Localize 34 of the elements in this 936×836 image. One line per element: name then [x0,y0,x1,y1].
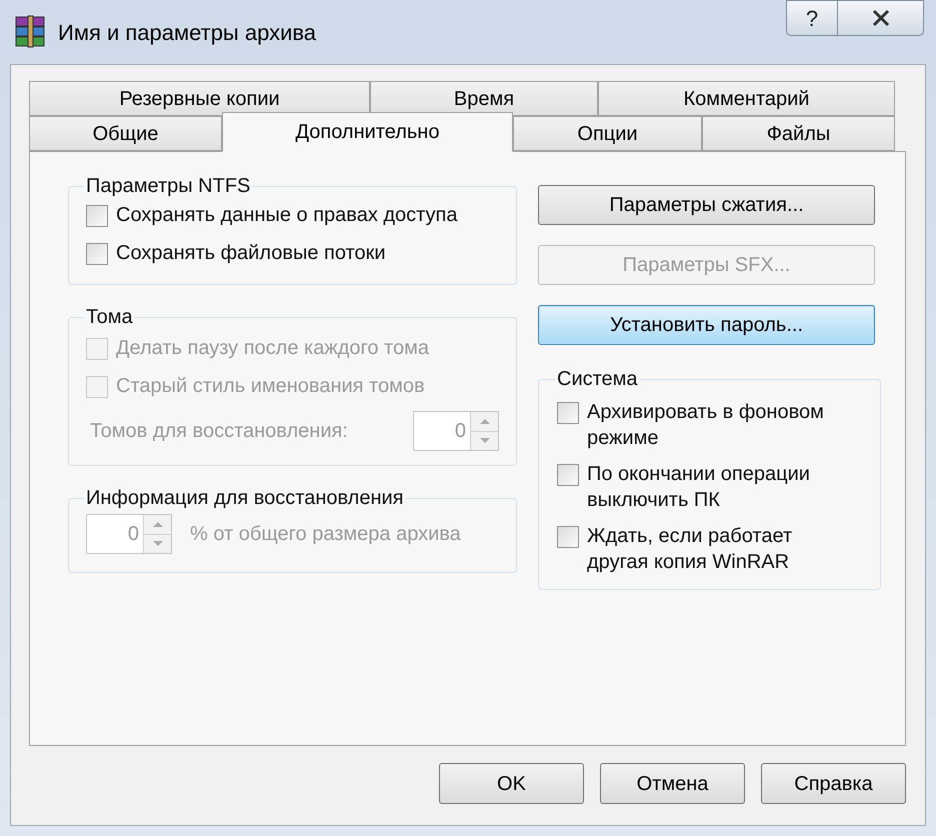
tab[interactable]: Опции [513,116,702,151]
tab[interactable]: Время [370,81,598,116]
field-label: Томов для восстановления: [90,419,348,444]
action-button[interactable]: Установить пароль... [538,305,875,345]
checkbox-label: Архивировать в фоновом режиме [587,400,825,451]
checkbox-label: По окончании операции выключить ПК [587,462,811,513]
checkbox-label: Сохранять файловые потоки [116,241,386,266]
checkbox[interactable] [86,243,108,265]
tab[interactable]: Дополнительно [222,112,513,152]
checkbox-label: Делать паузу после каждого тома [116,336,429,361]
checkbox[interactable] [557,526,579,548]
group-title: Тома [85,305,134,329]
close-icon [872,9,890,27]
field-label: % от общего размера архива [190,522,461,547]
dialog-button[interactable]: Справка [761,763,906,804]
checkbox-label: Сохранять данные о правах доступа [116,203,458,228]
group-title: Информация для восстановления [85,486,404,510]
checkbox[interactable] [557,402,579,424]
tab[interactable]: Комментарий [598,81,895,116]
tab[interactable]: Общие [29,116,222,151]
tab[interactable]: Файлы [702,116,895,151]
group-title: Параметры NTFS [85,174,252,198]
checkbox[interactable] [557,464,579,486]
group-title: Система [556,367,639,391]
checkbox[interactable] [86,205,108,227]
checkbox-label: Ждать, если работает другая копия WinRAR [587,524,794,575]
dialog-button[interactable]: Отмена [600,763,745,804]
tab[interactable]: Резервные копии [29,81,370,116]
dialog-button[interactable]: OK [439,763,584,804]
checkbox-label: Старый стиль именования томов [116,374,425,399]
close-button[interactable] [838,0,924,36]
window-title: Имя и параметры архива [58,18,316,47]
action-button[interactable]: Параметры сжатия... [538,185,875,225]
help-button[interactable]: ? [786,0,838,36]
